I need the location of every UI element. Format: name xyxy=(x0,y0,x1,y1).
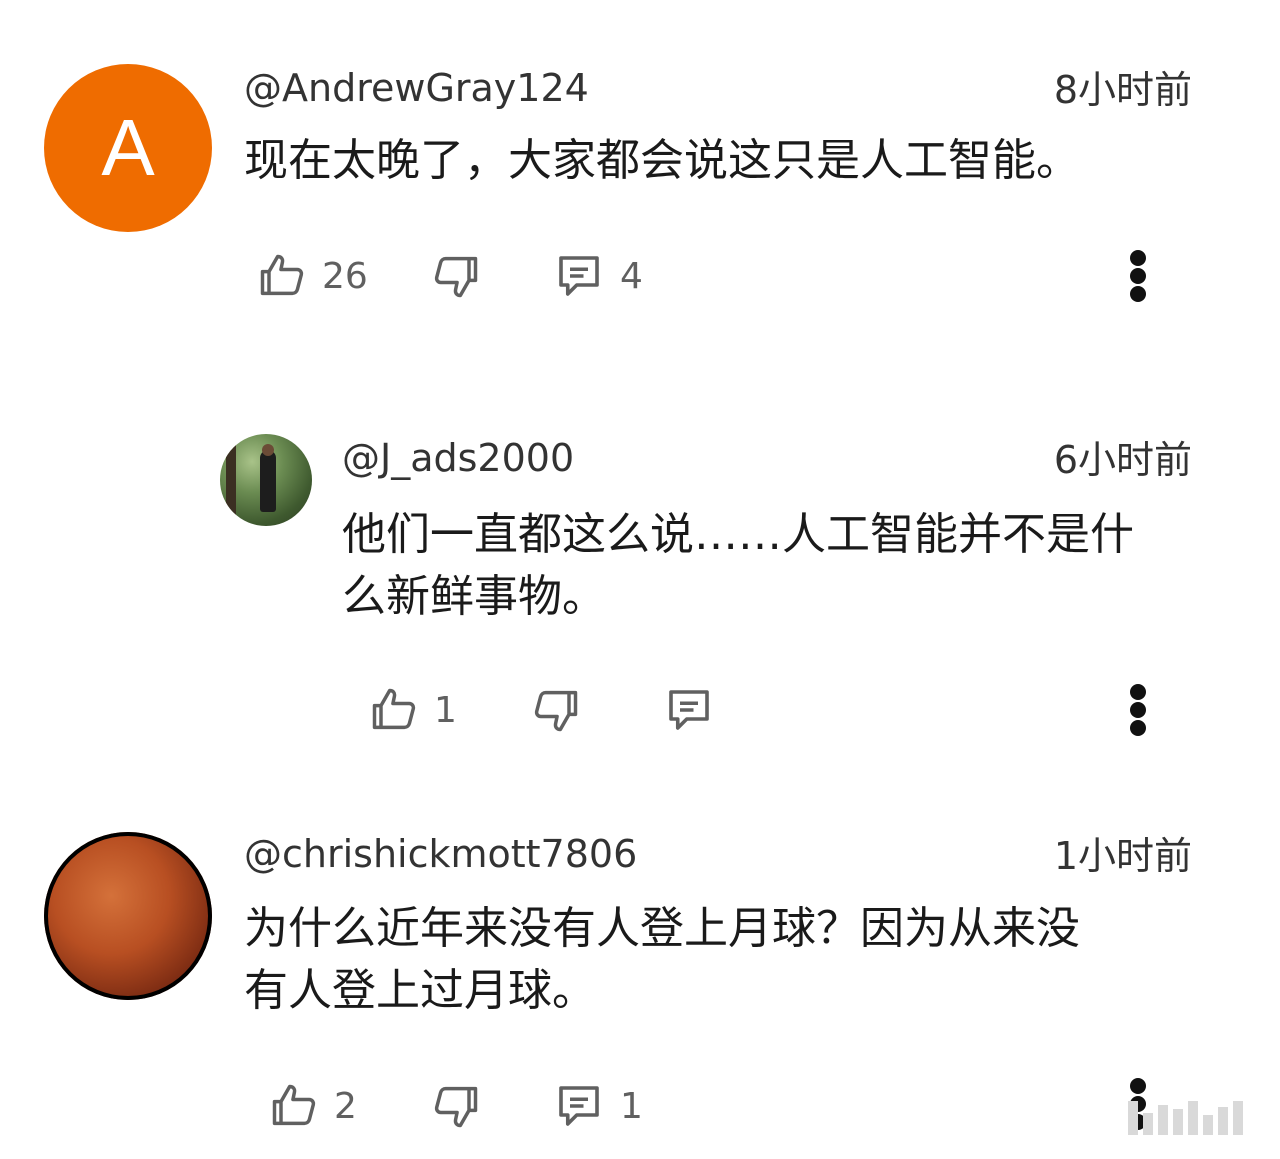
comment-text-line: 有人登上过月球。 xyxy=(244,965,596,1016)
comment-author[interactable]: @chrishickmott7806 xyxy=(244,832,637,876)
comment-time: 1小时前 xyxy=(1053,834,1192,878)
thumbs-down-icon xyxy=(430,1080,482,1132)
comment-icon xyxy=(552,1079,606,1133)
dislike-button[interactable] xyxy=(430,1076,482,1136)
watermark xyxy=(1128,1095,1258,1135)
comment-text-line: 为什么近年来没有人登上月球？因为从来没 xyxy=(244,903,1080,954)
reply-button[interactable]: 1 xyxy=(552,1076,643,1136)
comment-thread-2: @chrishickmott7806 1小时前 为什么近年来没有人登上月球？因为… xyxy=(0,0,1280,1159)
avatar[interactable] xyxy=(44,832,212,1000)
comment-actions: 2 1 xyxy=(268,1076,1168,1136)
like-button[interactable]: 2 xyxy=(268,1076,357,1136)
reply-count: 1 xyxy=(620,1085,643,1127)
like-count: 2 xyxy=(334,1085,357,1127)
thumbs-up-icon xyxy=(268,1080,320,1132)
